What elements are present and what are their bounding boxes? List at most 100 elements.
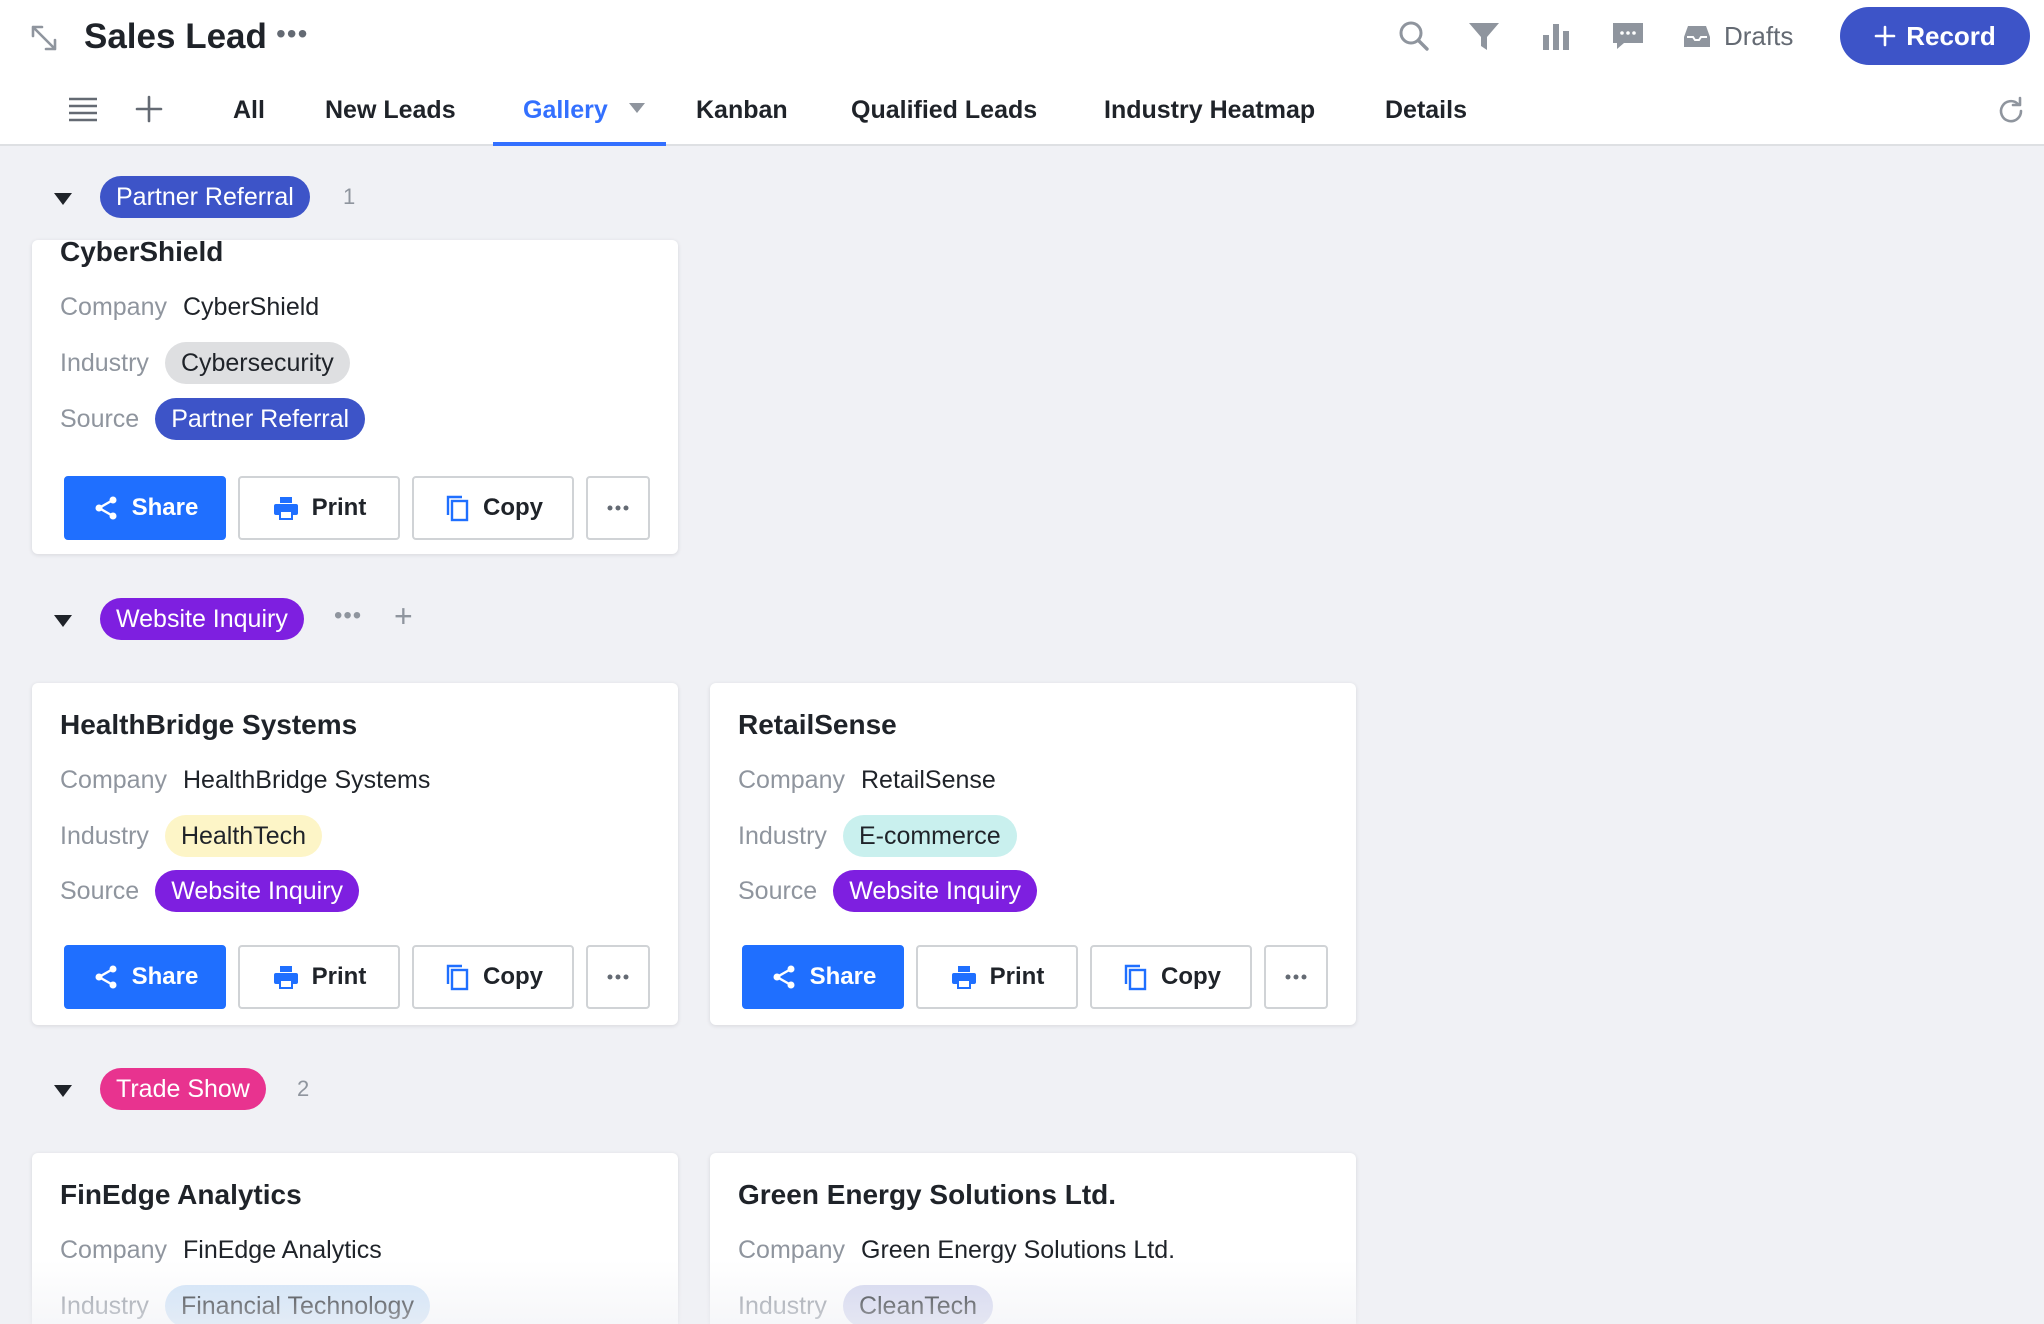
company-value: FinEdge Analytics xyxy=(183,1235,382,1264)
field-label: Company xyxy=(738,1235,845,1264)
tab-new-leads[interactable]: New Leads xyxy=(325,74,456,146)
copy-icon xyxy=(446,495,469,522)
field-label: Company xyxy=(738,765,845,794)
record-card[interactable]: Green Energy Solutions Ltd. Company Gree… xyxy=(710,1153,1356,1324)
list-menu-icon[interactable] xyxy=(68,96,98,122)
card-actions: Share Print Copy xyxy=(64,945,650,1009)
tab-dropdown-icon[interactable] xyxy=(628,102,646,114)
share-label: Share xyxy=(131,963,199,990)
record-card[interactable]: FinEdge Analytics Company FinEdge Analyt… xyxy=(32,1153,678,1324)
company-field: Company HealthBridge Systems xyxy=(60,759,430,801)
title-more-icon[interactable]: ••• xyxy=(276,18,308,50)
tab-all[interactable]: All xyxy=(233,74,265,146)
comment-icon[interactable] xyxy=(1610,18,1646,54)
group-header: Partner Referral 1 xyxy=(0,176,800,222)
industry-field: Industry Financial Technology xyxy=(60,1285,430,1324)
company-value: CyberShield xyxy=(183,292,320,321)
card-title: CyberShield xyxy=(60,240,224,267)
collapse-caret-icon[interactable] xyxy=(52,1083,74,1099)
field-label: Source xyxy=(60,876,140,905)
copy-button[interactable]: Copy xyxy=(1090,945,1252,1009)
share-icon xyxy=(95,496,117,520)
industry-tag: HealthTech xyxy=(164,815,323,857)
field-label: Industry xyxy=(60,821,149,850)
collapse-caret-icon[interactable] xyxy=(52,191,74,207)
group-tag: Trade Show xyxy=(100,1068,266,1110)
more-icon xyxy=(607,505,629,511)
share-label: Share xyxy=(809,963,877,990)
print-button[interactable]: Print xyxy=(238,476,400,540)
share-label: Share xyxy=(131,494,199,521)
copy-button[interactable]: Copy xyxy=(412,476,574,540)
more-icon xyxy=(1285,974,1307,980)
field-label: Industry xyxy=(738,1291,827,1320)
tab-qualified-leads[interactable]: Qualified Leads xyxy=(851,74,1037,146)
copy-label: Copy xyxy=(483,494,543,521)
record-label: Record xyxy=(1906,20,1996,51)
drafts-label: Drafts xyxy=(1724,20,1794,51)
chart-icon[interactable] xyxy=(1538,18,1574,54)
company-field: Company Green Energy Solutions Ltd. xyxy=(738,1229,1175,1271)
page-title: Sales Lead xyxy=(84,17,267,56)
card-title: FinEdge Analytics xyxy=(60,1179,302,1210)
share-button[interactable]: Share xyxy=(64,476,226,540)
tab-gallery[interactable]: Gallery xyxy=(523,74,608,146)
tab-details[interactable]: Details xyxy=(1385,74,1467,146)
print-icon xyxy=(273,966,298,989)
print-label: Print xyxy=(311,494,367,521)
group-add-icon[interactable]: + xyxy=(394,600,413,632)
refresh-icon[interactable] xyxy=(1996,96,2026,126)
share-button[interactable]: Share xyxy=(742,945,904,1009)
share-button[interactable]: Share xyxy=(64,945,226,1009)
field-label: Industry xyxy=(60,1291,149,1320)
active-tab-indicator xyxy=(493,142,666,146)
field-label: Industry xyxy=(738,821,827,850)
add-record-button[interactable]: Record xyxy=(1840,7,2030,65)
inbox-icon xyxy=(1684,26,1710,47)
record-card[interactable]: HealthBridge Systems Company HealthBridg… xyxy=(32,683,678,1025)
copy-button[interactable]: Copy xyxy=(412,945,574,1009)
copy-label: Copy xyxy=(483,963,543,990)
plus-icon xyxy=(1874,25,1896,47)
record-card[interactable]: CyberShield Company CyberShield Industry… xyxy=(32,240,678,554)
tab-kanban[interactable]: Kanban xyxy=(696,74,788,146)
industry-tag: Cybersecurity xyxy=(164,342,350,384)
industry-tag: Financial Technology xyxy=(164,1285,430,1324)
more-button[interactable] xyxy=(586,945,650,1009)
company-field: Company CyberShield xyxy=(60,286,319,328)
expand-icon[interactable] xyxy=(28,22,60,54)
print-button[interactable]: Print xyxy=(238,945,400,1009)
industry-field: Industry HealthTech xyxy=(60,815,323,857)
group-count: 1 xyxy=(343,184,356,209)
collapse-caret-icon[interactable] xyxy=(52,613,74,629)
header-row: Sales Lead ••• Drafts Record xyxy=(0,0,2044,74)
more-button[interactable] xyxy=(1264,945,1328,1009)
search-icon[interactable] xyxy=(1396,18,1432,54)
filter-icon[interactable] xyxy=(1466,18,1502,54)
print-label: Print xyxy=(311,963,367,990)
source-tag: Website Inquiry xyxy=(833,870,1038,912)
add-view-icon[interactable] xyxy=(134,94,164,124)
group-more-icon[interactable]: ••• xyxy=(334,602,362,630)
print-icon xyxy=(273,497,298,520)
source-field: Source Website Inquiry xyxy=(738,870,1038,912)
card-actions: Share Print Copy xyxy=(64,476,650,540)
source-field: Source Partner Referral xyxy=(60,398,366,440)
copy-icon xyxy=(1124,964,1147,991)
share-icon xyxy=(773,965,795,989)
tab-industry-heatmap[interactable]: Industry Heatmap xyxy=(1104,74,1315,146)
industry-field: Industry CleanTech xyxy=(738,1285,994,1324)
drafts-button[interactable]: Drafts xyxy=(1682,16,1793,56)
field-label: Company xyxy=(60,765,167,794)
print-button[interactable]: Print xyxy=(916,945,1078,1009)
group-tag: Partner Referral xyxy=(100,176,310,218)
share-icon xyxy=(95,965,117,989)
company-field: Company FinEdge Analytics xyxy=(60,1229,382,1271)
copy-label: Copy xyxy=(1161,963,1221,990)
more-icon xyxy=(607,974,629,980)
record-card[interactable]: RetailSense Company RetailSense Industry… xyxy=(710,683,1356,1025)
industry-field: Industry E-commerce xyxy=(738,815,1017,857)
company-field: Company RetailSense xyxy=(738,759,996,801)
group-count: 2 xyxy=(297,1076,310,1101)
more-button[interactable] xyxy=(586,476,650,540)
